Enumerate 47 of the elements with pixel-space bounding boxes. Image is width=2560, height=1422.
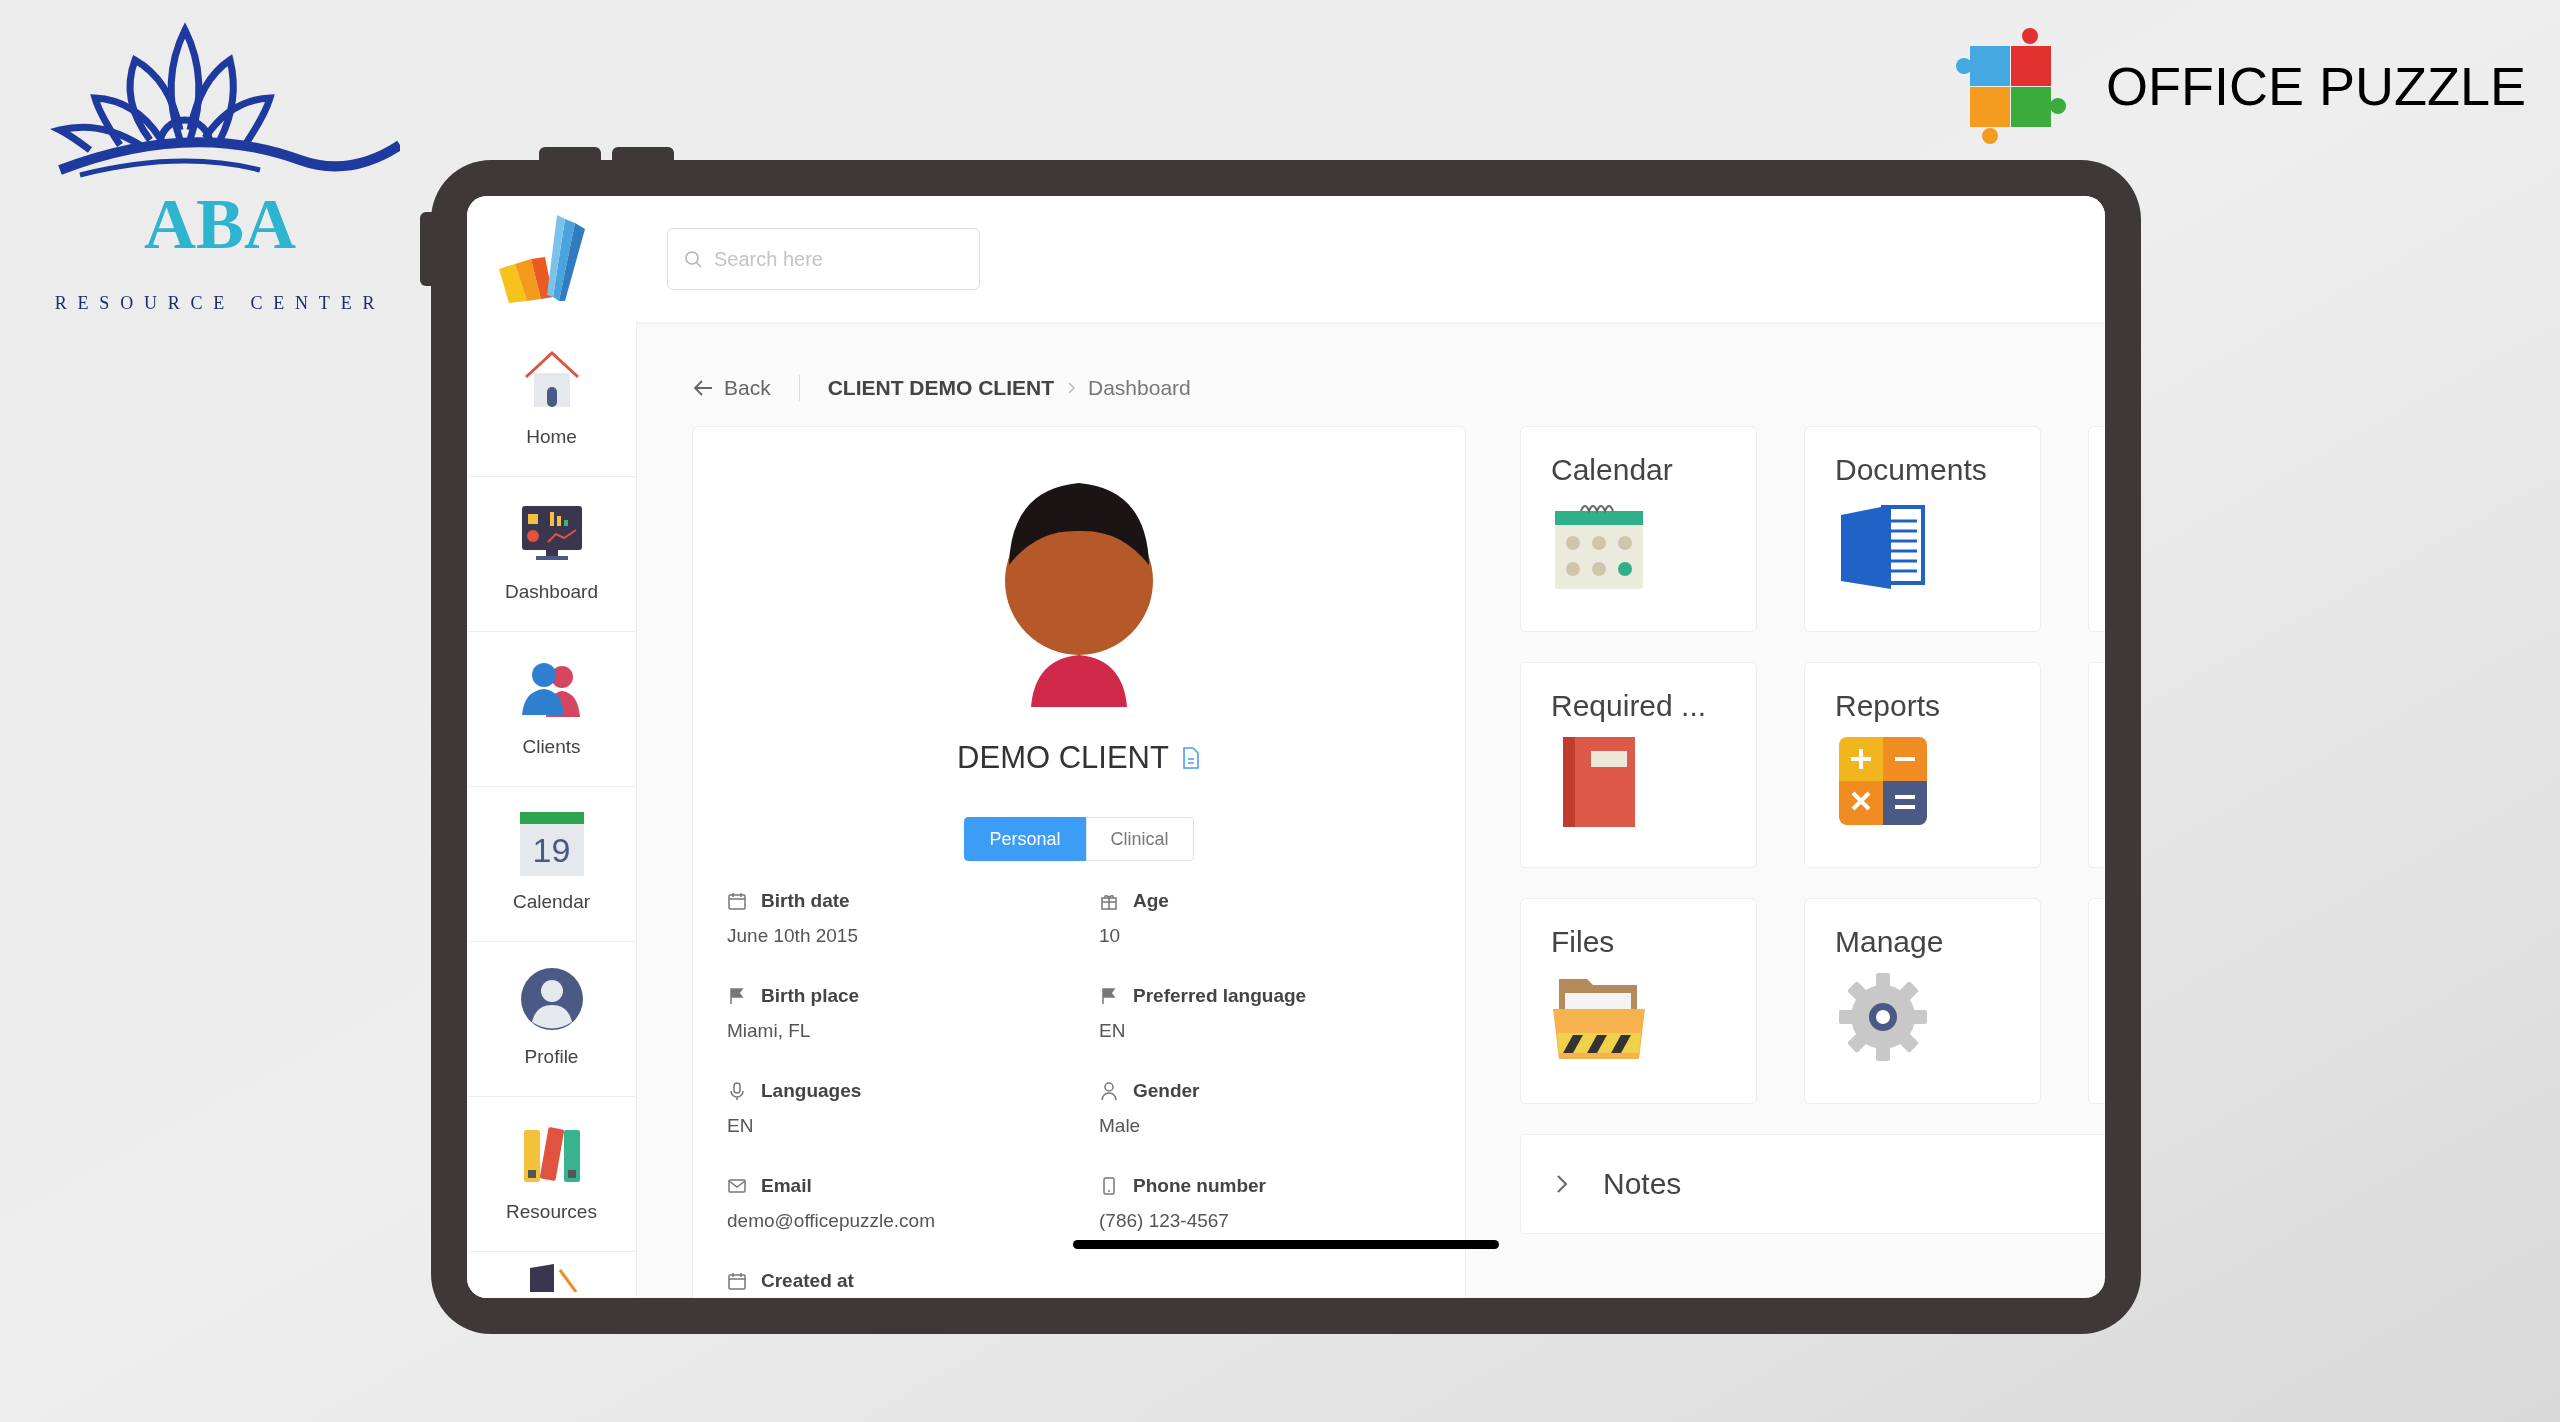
search-icon (683, 249, 703, 269)
sidebar-item[interactable]: Profile (467, 942, 636, 1097)
brand-subtitle: RESOURCE CENTER (54, 292, 386, 315)
field-value: June 10th 2015 (727, 923, 859, 948)
brand-title: ABA (144, 188, 296, 260)
calendar-date-icon: 19 (519, 811, 584, 876)
field-value: 10 (1099, 923, 1122, 948)
sidebar-item[interactable]: Clients (467, 632, 636, 787)
field-label: Preferred language (1133, 984, 1307, 1008)
field-value: Miami, FL (727, 1018, 812, 1043)
tab[interactable]: Clinical (1085, 817, 1194, 861)
breadcrumb-link[interactable]: Dashboard (1088, 372, 1191, 404)
sidebar-item[interactable]: Dashboard (467, 477, 636, 632)
field-label: Birth place (761, 984, 860, 1008)
field-value: Male (1099, 1113, 1142, 1138)
field-value: (786) 123-4567 (1099, 1208, 1230, 1233)
user-icon (1099, 1081, 1119, 1102)
field-label: Created at (761, 1269, 854, 1293)
notes-toggle[interactable]: Notes (1520, 1133, 2105, 1234)
field-label: Birth date (761, 889, 850, 913)
user-avatar-icon (519, 966, 584, 1031)
module-tile[interactable]: Files (1520, 897, 1757, 1104)
field-label: Gender (1133, 1079, 1200, 1103)
brand-name: OFFICE PUZZLE (2106, 59, 2527, 113)
module-tile[interactable]: Required ... (1520, 661, 1757, 868)
sidebar-item[interactable]: Resources (467, 1097, 636, 1252)
back-button[interactable]: Back (692, 372, 771, 404)
field-label: Age (1133, 889, 1169, 913)
sidebar-item[interactable]: Home (467, 322, 636, 477)
sidebar-item[interactable]: 19 Calendar (467, 787, 636, 942)
field-label: Email (761, 1174, 812, 1198)
field-label: Phone number (1133, 1174, 1266, 1198)
field-value: EN (1099, 1018, 1127, 1043)
client-name: DEMO CLIENT (957, 738, 1169, 777)
breadcrumb-link[interactable]: CLIENT DEMO CLIENT (827, 372, 1054, 404)
module-tile[interactable]: Calendar (1520, 425, 1757, 632)
document-icon[interactable] (1180, 745, 1201, 770)
module-tile[interactable]: Documents (1804, 425, 2041, 632)
search-field[interactable]: Search here (667, 228, 980, 290)
field-value: demo@officepuzzle.com (727, 1208, 936, 1233)
calendar-icon (727, 1271, 747, 1292)
module-tile[interactable]: Manage (1804, 897, 2041, 1104)
field-label: Languages (761, 1079, 862, 1103)
module-tile[interactable]: Reports (1804, 661, 2041, 868)
microphone-icon (727, 1081, 747, 1102)
field-value: EN (727, 1113, 755, 1138)
calendar-icon (727, 891, 747, 912)
